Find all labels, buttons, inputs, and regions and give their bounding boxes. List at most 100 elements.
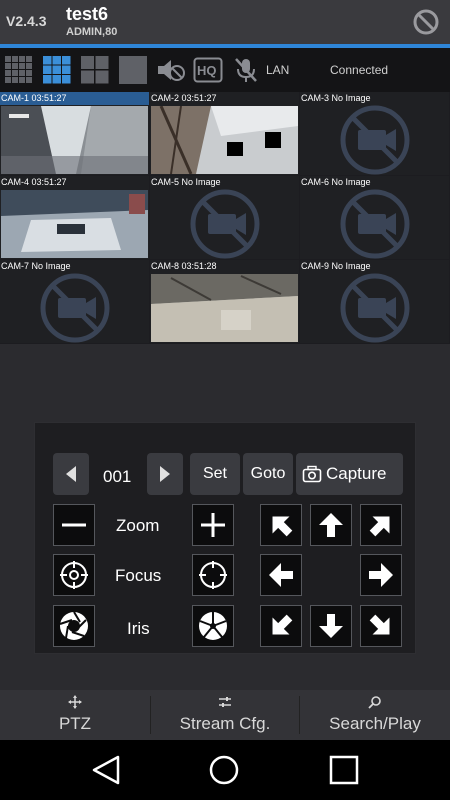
network-type: LAN — [266, 63, 290, 77]
camera-tile-4[interactable]: CAM-4 03:51:27 — [0, 176, 149, 259]
camera-tile-5[interactable]: CAM-5 No Image — [150, 176, 299, 259]
aperture-closed-icon — [59, 611, 88, 640]
tab-stream-label: Stream Cfg. — [179, 714, 271, 733]
tab-search-play[interactable]: Search/Play — [300, 690, 450, 740]
camera-icon — [302, 465, 322, 483]
camera-tile-2[interactable]: CAM-2 03:51:27 — [150, 92, 299, 175]
tab-ptz-label: PTZ — [58, 714, 92, 733]
zoom-in-button[interactable] — [192, 504, 234, 546]
preset-next-button[interactable] — [147, 453, 183, 495]
pan-left-button[interactable] — [260, 554, 302, 596]
camera-tile-1[interactable]: CAM-1 03:51:27 — [0, 92, 149, 175]
capture-button[interactable]: Capture — [296, 453, 403, 495]
tab-stream-config[interactable]: Stream Cfg. — [151, 690, 299, 740]
preset-number: 001 — [103, 467, 132, 486]
camera-tile-8[interactable]: CAM-8 03:51:28 — [150, 260, 299, 343]
grid-3x3-icon[interactable] — [42, 55, 72, 85]
zoom-out-button[interactable] — [53, 504, 95, 546]
no-image-icon — [340, 189, 410, 259]
home-icon[interactable] — [206, 752, 242, 788]
camera-label: CAM-8 03:51:28 — [151, 261, 217, 271]
focus-label: Focus — [115, 566, 162, 585]
iris-label: Iris — [127, 619, 150, 638]
tilt-up-button[interactable] — [310, 504, 352, 546]
no-image-icon — [40, 273, 110, 343]
camera-feed-image — [151, 106, 298, 174]
camera-label: CAM-6 No Image — [301, 177, 371, 187]
camera-label: CAM-1 03:51:27 — [1, 93, 67, 103]
camera-tile-3[interactable]: CAM-3 No Image — [300, 92, 449, 175]
arrow-up-icon — [319, 513, 343, 537]
back-icon[interactable] — [88, 752, 124, 788]
camera-label: CAM-9 No Image — [301, 261, 371, 271]
move-icon — [68, 695, 82, 709]
triangle-left-icon — [66, 466, 76, 482]
grid-1x1-icon[interactable] — [118, 55, 148, 85]
preset-set-button[interactable]: Set — [190, 453, 240, 495]
grid-2x2-icon[interactable] — [80, 55, 110, 85]
device-subtitle: ADMIN,80 — [66, 26, 118, 38]
camera-tile-9[interactable]: CAM-9 No Image — [300, 260, 449, 343]
camera-grid: CAM-1 03:51:27 CAM-2 03:51:27 CAM-3 No I… — [0, 92, 450, 344]
app-root: V2.4.3 test6 ADMIN,80 HQ LAN Connected C… — [0, 0, 450, 800]
minus-icon — [62, 523, 86, 527]
arrow-down-left-icon — [272, 614, 293, 635]
tab-search-label: Search/Play — [329, 714, 421, 733]
pan-down-left-button[interactable] — [260, 605, 302, 647]
audio-mute-icon[interactable] — [155, 55, 185, 85]
triangle-right-icon — [160, 466, 170, 482]
focus-far-button[interactable] — [192, 554, 234, 596]
focus-far-icon — [199, 561, 227, 589]
focus-near-button[interactable] — [53, 554, 95, 596]
arrow-down-icon — [319, 614, 343, 638]
camera-feed-image — [1, 106, 148, 174]
mic-mute-icon[interactable] — [231, 55, 261, 85]
preset-prev-button[interactable] — [53, 453, 89, 495]
zoom-label: Zoom — [116, 516, 160, 535]
pan-up-right-button[interactable] — [360, 504, 402, 546]
ptz-panel: 001 Set Goto Capture Zoom Focus Iris — [34, 422, 416, 654]
recents-icon[interactable] — [326, 752, 362, 788]
app-header: V2.4.3 test6 ADMIN,80 — [0, 0, 450, 44]
arrow-up-left-icon — [272, 516, 293, 537]
capture-label: Capture — [326, 464, 387, 483]
camera-tile-7[interactable]: CAM-7 No Image — [0, 260, 149, 343]
camera-label: CAM-4 03:51:27 — [1, 177, 67, 187]
pan-up-left-button[interactable] — [260, 504, 302, 546]
arrow-up-right-icon — [369, 516, 390, 537]
pan-right-button[interactable] — [360, 554, 402, 596]
connection-status: Connected — [330, 63, 389, 77]
hq-label: HQ — [197, 63, 217, 78]
plus-icon — [201, 513, 225, 537]
app-version: V2.4.3 — [6, 13, 47, 29]
camera-label: CAM-5 No Image — [151, 177, 221, 187]
aperture-open-icon — [199, 612, 227, 640]
disconnect-icon[interactable] — [412, 8, 440, 36]
iris-close-button[interactable] — [53, 605, 95, 647]
camera-label: CAM-3 No Image — [301, 93, 371, 103]
device-title: test6 — [66, 4, 109, 24]
arrow-down-right-icon — [369, 614, 390, 635]
camera-label: CAM-2 03:51:27 — [151, 93, 217, 103]
sliders-icon — [219, 697, 231, 707]
no-image-icon — [340, 273, 410, 343]
grid-4x4-icon[interactable] — [4, 55, 34, 85]
no-image-icon — [340, 105, 410, 175]
tab-ptz[interactable]: PTZ — [0, 690, 150, 740]
camera-tile-6[interactable]: CAM-6 No Image — [300, 176, 449, 259]
camera-feed-image — [1, 190, 148, 258]
preset-goto-button[interactable]: Goto — [243, 453, 293, 495]
iris-open-button[interactable] — [192, 605, 234, 647]
arrow-left-icon — [269, 563, 293, 587]
toolbar: HQ LAN Connected — [0, 48, 450, 92]
no-image-icon — [190, 189, 260, 259]
search-icon — [368, 696, 381, 709]
bottom-tab-bar: PTZ Stream Cfg. Search/Play — [0, 690, 450, 740]
focus-near-icon — [60, 561, 88, 589]
pan-down-right-button[interactable] — [360, 605, 402, 647]
camera-label: CAM-7 No Image — [1, 261, 71, 271]
camera-feed-image — [151, 274, 298, 342]
tilt-down-button[interactable] — [310, 605, 352, 647]
arrow-right-icon — [369, 563, 393, 587]
system-nav-bar — [0, 740, 450, 800]
